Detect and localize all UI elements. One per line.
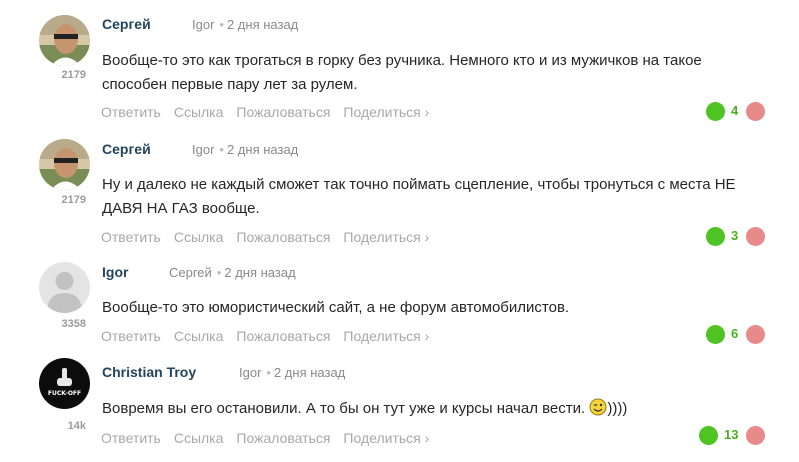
- comment-text-suffix: )))): [607, 400, 628, 417]
- avatar[interactable]: FUCK-OFF: [39, 358, 90, 409]
- vote-down-icon[interactable]: [746, 102, 765, 121]
- permalink[interactable]: Ссылка: [174, 328, 224, 344]
- share-link[interactable]: Поделиться ›: [343, 104, 429, 120]
- separator-dot: •: [219, 17, 224, 32]
- author-name[interactable]: Сергей: [102, 16, 151, 32]
- timestamp[interactable]: 2 дня назад: [227, 17, 298, 32]
- vote-widget: 6: [706, 325, 765, 345]
- reply-to: Сергей • 2 дня назад: [169, 265, 296, 280]
- report-link[interactable]: Пожаловаться: [236, 104, 330, 120]
- separator-dot: •: [266, 365, 271, 380]
- reply-link[interactable]: Ответить: [101, 229, 161, 245]
- vote-widget: 13: [699, 426, 765, 446]
- reply-to: Igor • 2 дня назад: [239, 365, 345, 380]
- report-link[interactable]: Пожаловаться: [236, 328, 330, 344]
- reply-to-user[interactable]: Сергей: [169, 265, 212, 280]
- user-rating: 2179: [61, 69, 86, 81]
- author-name[interactable]: Christian Troy: [102, 364, 196, 380]
- user-rating: 2179: [61, 194, 86, 206]
- author-name[interactable]: Igor: [102, 264, 128, 280]
- reply-to: Igor • 2 дня назад: [192, 142, 298, 157]
- comment-text: Вовремя вы его остановили. А то бы он ту…: [102, 397, 742, 424]
- vote-up-icon[interactable]: [706, 227, 725, 246]
- timestamp[interactable]: 2 дня назад: [224, 265, 295, 280]
- vote-up-icon[interactable]: [706, 325, 725, 344]
- comment-actions: Ответить Ссылка Пожаловаться Поделиться ›: [101, 430, 442, 446]
- vote-count: 13: [724, 427, 739, 442]
- vote-up-icon[interactable]: [699, 426, 718, 445]
- comment-header: Сергей: [102, 16, 151, 36]
- permalink[interactable]: Ссылка: [174, 104, 224, 120]
- reply-link[interactable]: Ответить: [101, 104, 161, 120]
- comment-header: Igor: [102, 264, 128, 284]
- comment-text: Вообще-то это как трогаться в горку без …: [102, 52, 702, 93]
- user-rating: 14k: [67, 420, 86, 432]
- separator-dot: •: [216, 265, 222, 280]
- user-rating: 3358: [61, 318, 86, 330]
- comment-header: Сергей: [102, 141, 151, 161]
- share-link[interactable]: Поделиться ›: [343, 229, 429, 245]
- comment-actions: Ответить Ссылка Пожаловаться Поделиться ›: [101, 104, 442, 120]
- timestamp[interactable]: 2 дня назад: [227, 142, 298, 157]
- vote-count: 6: [731, 326, 739, 341]
- reply-link[interactable]: Ответить: [101, 328, 161, 344]
- vote-down-icon[interactable]: [746, 426, 765, 445]
- report-link[interactable]: Пожаловаться: [236, 430, 330, 446]
- vote-widget: 3: [706, 227, 765, 247]
- vote-widget: 4: [706, 102, 765, 122]
- reply-to-user[interactable]: Igor: [192, 17, 214, 32]
- comment-text-body: Вовремя вы его остановили. А то бы он ту…: [102, 400, 586, 417]
- reply-to: Igor • 2 дня назад: [192, 17, 298, 32]
- avatar[interactable]: [39, 139, 90, 190]
- vote-down-icon[interactable]: [746, 325, 765, 344]
- vote-count: 4: [731, 103, 739, 118]
- avatar[interactable]: [39, 15, 90, 66]
- avatar-logo-text: FUCK-OFF: [48, 390, 81, 397]
- vote-down-icon[interactable]: [746, 227, 765, 246]
- share-link[interactable]: Поделиться ›: [343, 328, 429, 344]
- winking-smiley-icon: [589, 398, 607, 424]
- vote-count: 3: [731, 228, 739, 243]
- permalink[interactable]: Ссылка: [174, 229, 224, 245]
- vote-up-icon[interactable]: [706, 102, 725, 121]
- reply-to-user[interactable]: Igor: [192, 142, 214, 157]
- comment-text: Вообще-то это юмористический сайт, а не …: [102, 299, 570, 316]
- share-link[interactable]: Поделиться ›: [343, 430, 429, 446]
- permalink[interactable]: Ссылка: [174, 430, 224, 446]
- report-link[interactable]: Пожаловаться: [236, 229, 330, 245]
- timestamp[interactable]: 2 дня назад: [274, 365, 345, 380]
- avatar[interactable]: [39, 262, 90, 313]
- author-name[interactable]: Сергей: [102, 141, 151, 157]
- comment-text: Ну и далеко не каждый сможет так точно п…: [102, 176, 736, 217]
- comment-header: Christian Troy: [102, 364, 196, 384]
- reply-to-user[interactable]: Igor: [239, 365, 261, 380]
- reply-link[interactable]: Ответить: [101, 430, 161, 446]
- comment-actions: Ответить Ссылка Пожаловаться Поделиться ›: [101, 328, 442, 344]
- separator-dot: •: [219, 142, 224, 157]
- comment-actions: Ответить Ссылка Пожаловаться Поделиться ›: [101, 229, 442, 245]
